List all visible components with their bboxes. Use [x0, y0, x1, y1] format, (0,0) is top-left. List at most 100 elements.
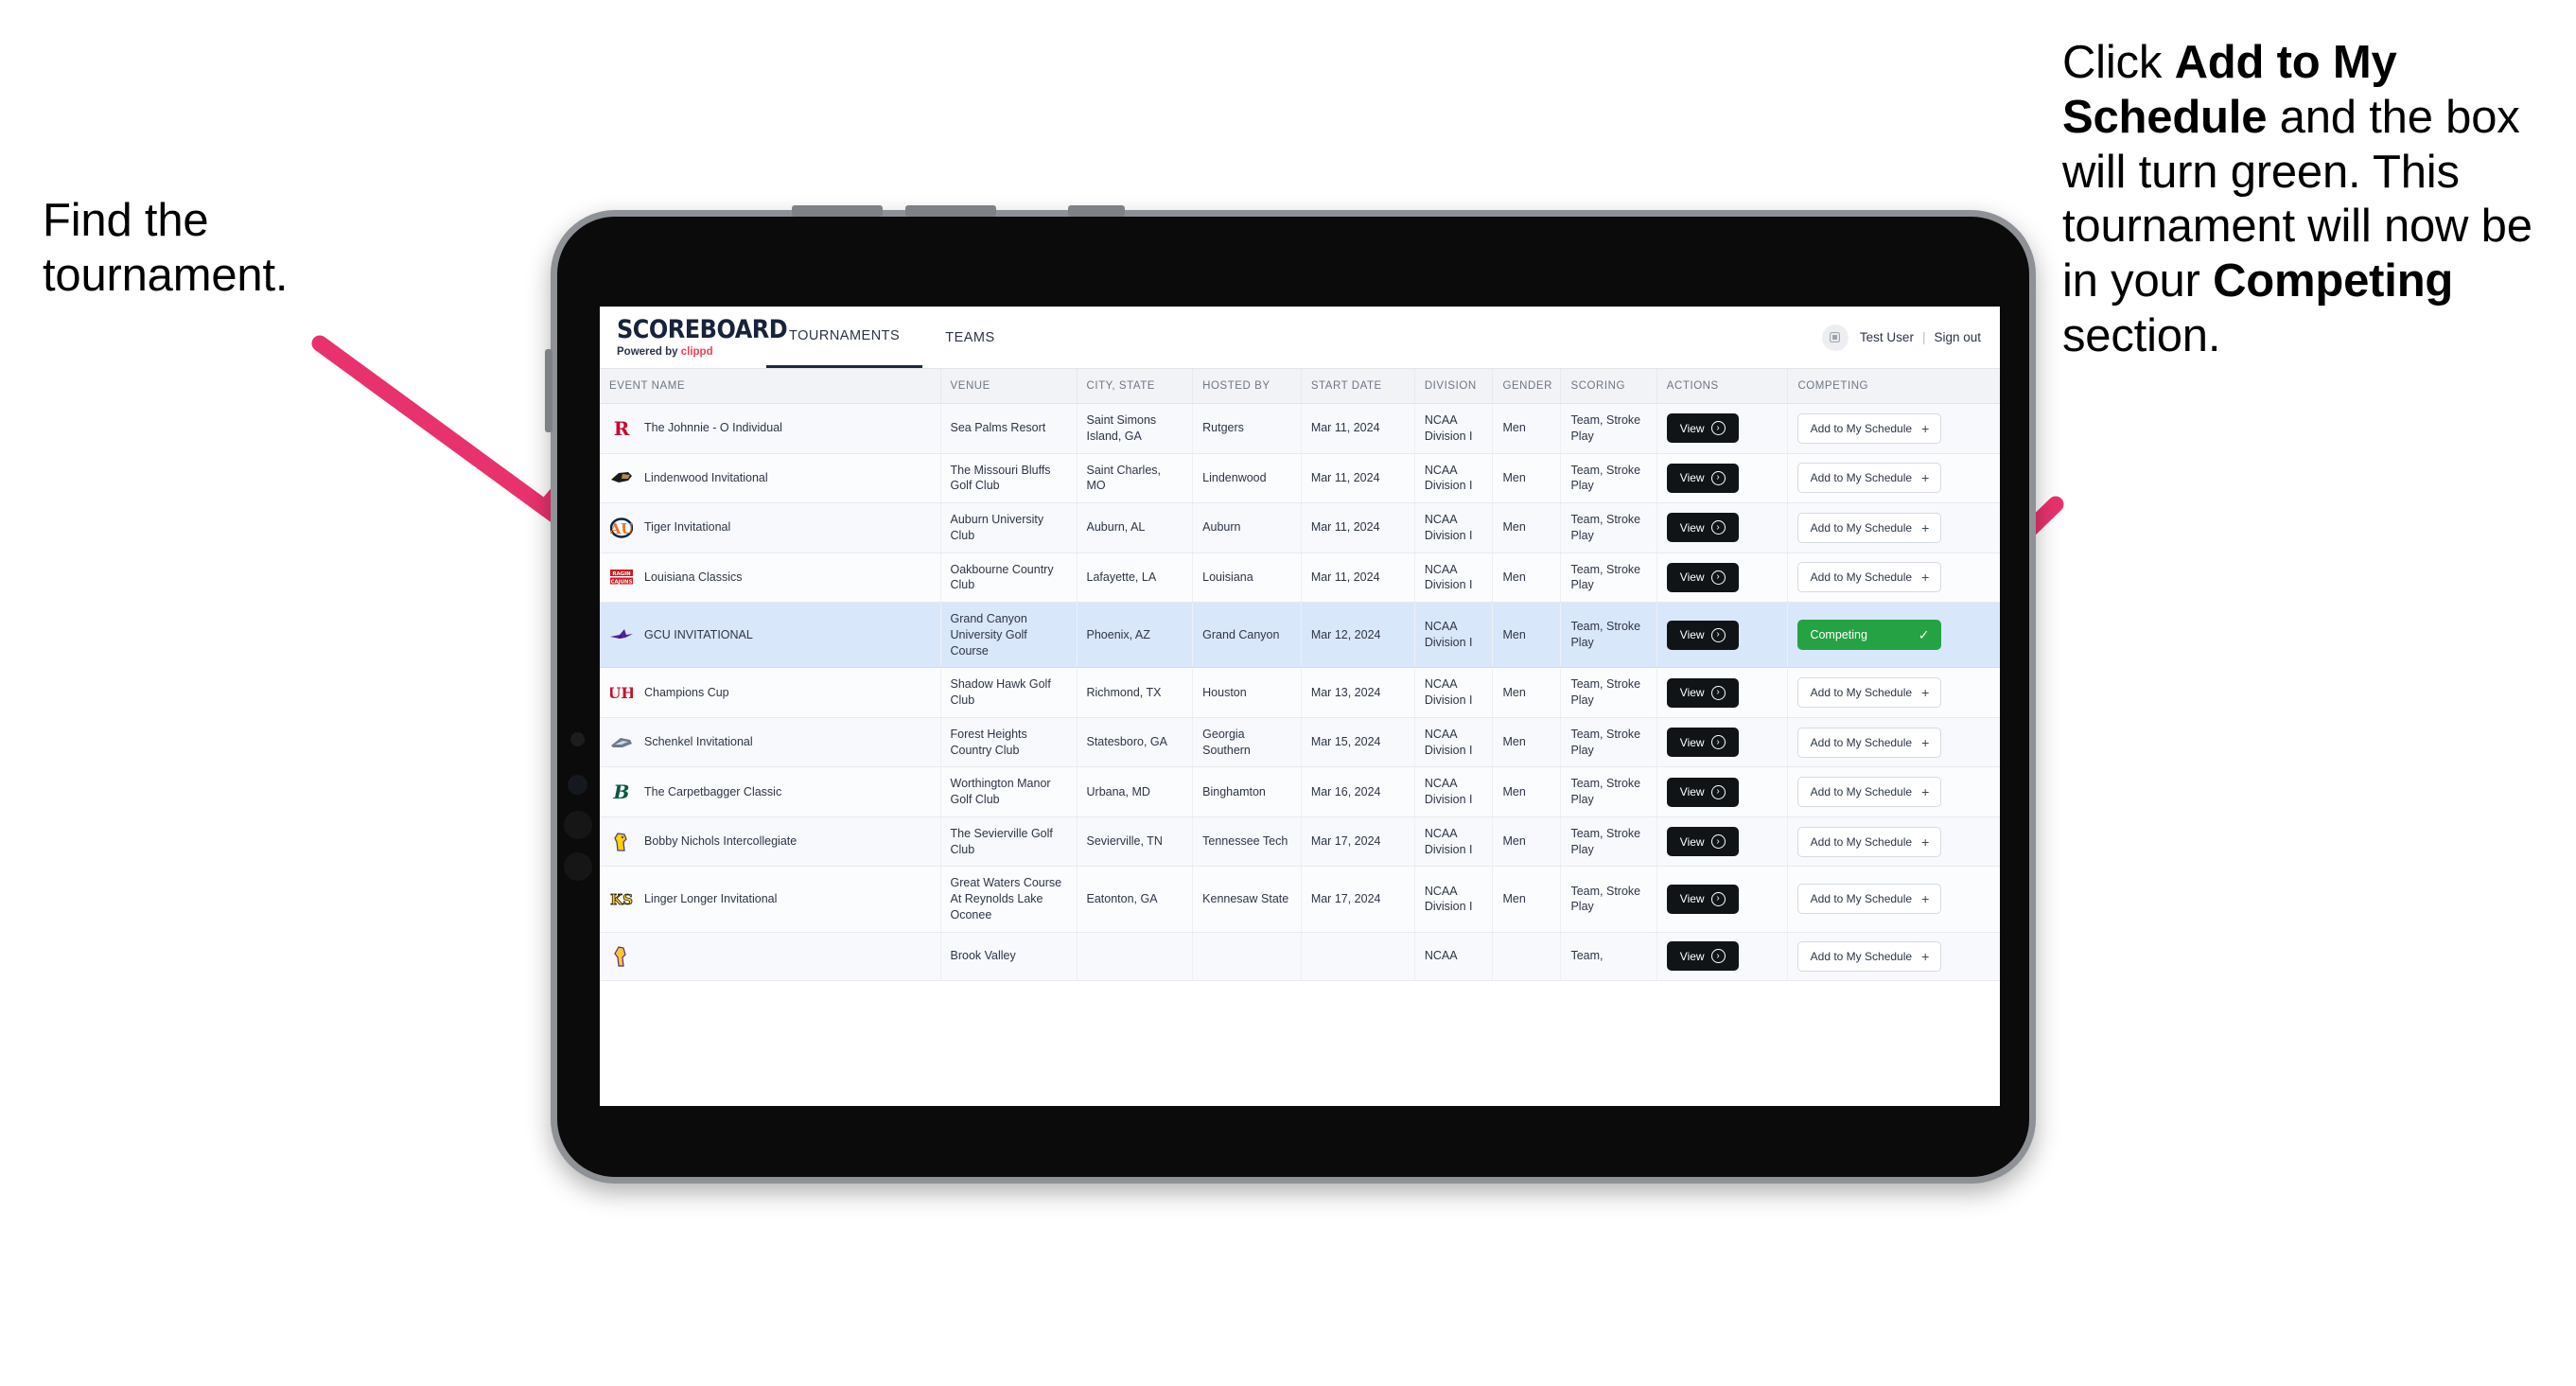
cell-start-date: Mar 17, 2024	[1301, 866, 1415, 933]
view-button[interactable]: View ›	[1666, 463, 1739, 493]
volume-down-button[interactable]	[905, 205, 996, 217]
add-to-my-schedule-button[interactable]: Add to My Schedule +	[1797, 463, 1942, 494]
table-row[interactable]: Brook Valley NCAA Team, View › Add to My Sche…	[600, 932, 2000, 981]
table-row[interactable]: Schenkel Invitational Forest Heights Coun…	[600, 717, 2000, 768]
arrow-right-circle-icon: ›	[1710, 949, 1726, 963]
col-start-date[interactable]: START DATE	[1301, 369, 1415, 404]
table-row[interactable]: B The Carpetbagger Classic Worthington Man…	[600, 766, 2000, 817]
cell-city-state: Urbana, MD	[1077, 766, 1194, 817]
table-row[interactable]: GCU INVITATIONAL Grand Canyon University …	[600, 602, 2000, 669]
cell-city-state: Eatonton, GA	[1077, 866, 1194, 933]
svg-text:B: B	[613, 781, 630, 803]
table-row[interactable]: RAGIN CAJUNS Louisiana Classics Oakbourne C…	[600, 553, 2000, 603]
brand-logo[interactable]: SCOREBOARD Powered by clippd	[600, 307, 788, 368]
plus-icon: +	[1921, 833, 1930, 850]
cell-division: NCAA Division I	[1414, 453, 1494, 503]
cell-competing: Add to My Schedule +	[1787, 766, 2000, 817]
svg-text:CAJUNS: CAJUNS	[611, 580, 633, 586]
cell-venue: Auburn University Club	[940, 502, 1078, 553]
sign-out-link[interactable]: Sign out	[1934, 330, 1981, 344]
view-button[interactable]: View ›	[1666, 827, 1739, 856]
cell-city-state: Lafayette, LA	[1077, 553, 1194, 603]
col-scoring[interactable]: SCORING	[1560, 369, 1657, 404]
col-city-state[interactable]: CITY, STATE	[1077, 369, 1194, 404]
competing-button[interactable]: Competing ✓	[1797, 620, 1942, 651]
cell-actions: View ›	[1656, 866, 1789, 933]
cell-event-name: UH Champions Cup	[600, 667, 941, 718]
add-to-my-schedule-label: Add to My Schedule	[1810, 892, 1913, 906]
cell-scoring: Team, Stroke Play	[1560, 553, 1657, 603]
col-venue[interactable]: VENUE	[940, 369, 1078, 404]
table-row[interactable]: Bobby Nichols Intercollegiate The Sevierv…	[600, 816, 2000, 868]
view-button-label: View	[1679, 735, 1705, 749]
cell-actions: View ›	[1656, 403, 1789, 454]
view-button[interactable]: View ›	[1666, 941, 1739, 971]
add-to-my-schedule-button[interactable]: Add to My Schedule +	[1797, 512, 1942, 543]
add-to-my-schedule-button[interactable]: Add to My Schedule +	[1797, 826, 1942, 857]
gcu-logo	[609, 623, 634, 647]
table-row[interactable]: Lindenwood Invitational The Missouri Bluf…	[600, 453, 2000, 503]
table-row[interactable]: UH Champions Cup Shadow Hawk Golf Club Rich…	[600, 667, 2000, 718]
volume-up-button[interactable]	[792, 205, 883, 217]
cell-gender: Men	[1492, 766, 1562, 817]
cell-division: NCAA Division I	[1414, 667, 1494, 718]
annotation-left-line2: tournament.	[43, 249, 289, 301]
svg-text:KS: KS	[610, 891, 633, 908]
col-division[interactable]: DIVISION	[1414, 369, 1494, 404]
user-avatar-icon[interactable]	[1821, 324, 1849, 351]
ecu-logo	[609, 944, 634, 969]
view-button[interactable]: View ›	[1666, 562, 1739, 592]
louisiana-logo: RAGIN CAJUNS	[609, 565, 634, 589]
cell-event-name: GCU INVITATIONAL	[600, 602, 941, 669]
view-button[interactable]: View ›	[1666, 777, 1739, 807]
add-to-my-schedule-button[interactable]: Add to My Schedule +	[1797, 412, 1942, 444]
svg-text:R: R	[614, 417, 630, 440]
tab-tournaments[interactable]: TOURNAMENTS	[766, 307, 923, 368]
view-button[interactable]: View ›	[1666, 513, 1739, 543]
speaker-hole-2	[564, 852, 592, 881]
arrow-right-circle-icon: ›	[1710, 784, 1726, 799]
view-button[interactable]: View ›	[1666, 620, 1739, 650]
cell-event-name: Schenkel Invitational	[600, 717, 941, 768]
cell-scoring: Team, Stroke Play	[1560, 403, 1657, 454]
event-name-label: Lindenwood Invitational	[644, 470, 768, 484]
cell-start-date	[1301, 932, 1415, 981]
add-to-my-schedule-button[interactable]: Add to My Schedule +	[1797, 677, 1942, 708]
view-button-label: View	[1679, 686, 1705, 699]
table-row[interactable]: KS Linger Longer Invitational Great Waters…	[600, 866, 2000, 933]
cell-gender: Men	[1492, 717, 1562, 768]
header-user-area: Test User | Sign out	[1821, 307, 2000, 368]
avatar-glyph	[1830, 332, 1841, 342]
cell-scoring: Team, Stroke Play	[1560, 766, 1657, 817]
annotation-right-bold2: Competing	[2213, 255, 2454, 307]
view-button[interactable]: View ›	[1666, 884, 1739, 914]
table-row[interactable]: AU Tiger Invitational Auburn University Cl…	[600, 502, 2000, 553]
cell-division: NCAA Division I	[1414, 816, 1494, 868]
add-to-my-schedule-button[interactable]: Add to My Schedule +	[1797, 727, 1942, 758]
cell-gender: Men	[1492, 866, 1562, 933]
view-button-label: View	[1679, 892, 1705, 906]
col-hosted-by[interactable]: HOSTED BY	[1192, 369, 1302, 404]
add-to-my-schedule-button[interactable]: Add to My Schedule +	[1797, 884, 1942, 915]
view-button[interactable]: View ›	[1666, 413, 1739, 444]
user-name: Test User	[1859, 330, 1914, 344]
cell-city-state: Saint Simons Island, GA	[1077, 403, 1194, 454]
power-button[interactable]	[1068, 205, 1125, 217]
tab-teams[interactable]: TEAMS	[922, 307, 1017, 368]
add-to-my-schedule-button[interactable]: Add to My Schedule +	[1797, 777, 1942, 807]
add-to-my-schedule-label: Add to My Schedule	[1810, 471, 1913, 485]
view-button[interactable]: View ›	[1666, 677, 1739, 708]
cell-event-name: RAGIN CAJUNS Louisiana Classics	[600, 553, 941, 603]
cell-scoring: Team, Stroke Play	[1560, 453, 1657, 503]
col-gender[interactable]: GENDER	[1492, 369, 1562, 404]
add-to-my-schedule-button[interactable]: Add to My Schedule +	[1797, 562, 1942, 593]
col-event-name[interactable]: EVENT NAME	[600, 369, 941, 404]
cell-venue: The Missouri Bluffs Golf Club	[940, 453, 1078, 503]
sensor-dot	[570, 732, 585, 746]
table-row[interactable]: R The Johnnie - O Individual Sea Palms Res…	[600, 403, 2000, 454]
cell-hosted-by: Kennesaw State	[1192, 866, 1302, 933]
view-button[interactable]: View ›	[1666, 728, 1739, 757]
view-button-label: View	[1679, 785, 1705, 798]
add-to-my-schedule-button[interactable]: Add to My Schedule +	[1797, 940, 1942, 972]
plus-icon: +	[1921, 784, 1930, 799]
